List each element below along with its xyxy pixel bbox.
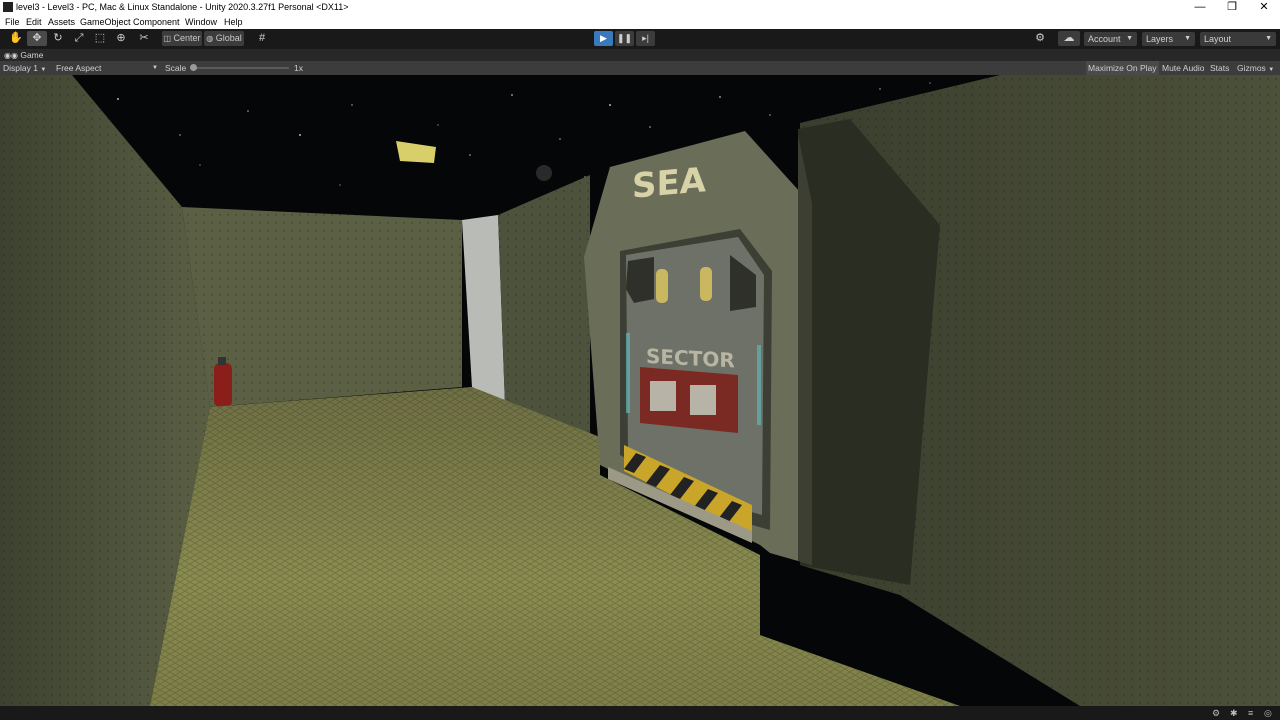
door-sign: SEA [632,160,707,206]
game-viewport[interactable]: SEA SECTOR [0,75,1280,706]
space-global-toggle[interactable]: ◍ Global [204,31,244,46]
chevron-down-icon: ▼ [1126,35,1133,42]
globe-icon: ◍ [206,34,214,43]
menu-file[interactable]: File [5,17,20,27]
tab-game-label: Game [20,50,44,60]
pivot-label: Center [173,33,201,43]
window-title-bar: level3 - Level3 - PC, Mac & Linux Standa… [0,0,1280,15]
pivot-icon: ◫ [163,34,172,43]
pause-icon[interactable]: ❚❚ [615,31,634,46]
move-tool-icon[interactable]: ✥ [27,31,47,46]
door-light-right [700,267,712,301]
hand-tool-icon[interactable]: ✋ [6,31,26,46]
layers-label: Layers [1146,34,1174,44]
custom-tool-icon[interactable]: ✂ [134,31,154,46]
fire-extinguisher [214,363,232,407]
grid-snap-icon[interactable]: # [252,31,272,46]
scale-slider-handle[interactable] [190,64,197,71]
menu-component[interactable]: Component [133,17,180,27]
account-dropdown[interactable]: Account ▼ [1084,32,1137,46]
door-light-left [656,269,668,303]
maximize-on-play-toggle[interactable]: Maximize On Play [1086,61,1159,75]
menu-help[interactable]: Help [224,17,243,27]
door-side-light-right [757,345,761,425]
gizmos-label: Gizmos [1237,63,1266,73]
menu-gameobject[interactable]: GameObject [80,17,131,27]
unity-logo-icon [3,2,13,12]
chevron-down-icon: ▼ [1184,35,1191,42]
notification-icon[interactable]: ≡ [1248,708,1253,718]
scale-tool-icon[interactable]: ⤢ [69,31,89,46]
layout-label: Layout [1204,34,1232,44]
rect-tool-icon[interactable]: ⬚ [90,31,110,46]
main-toolbar: ✋ ✥ ↻ ⤢ ⬚ ⊕ ✂ ◫ Center ◍ Global # ▶ ❚❚ ▸… [0,29,1280,48]
space-label: Global [215,33,242,43]
collab-icon[interactable]: ⚙ [1030,31,1050,46]
minimize-button[interactable]: — [1184,0,1216,15]
menu-window[interactable]: Window [185,17,217,27]
status-bar: ⚙ ✱ ≡ ◎ [0,706,1280,720]
play-icon[interactable]: ▶ [594,31,613,46]
menu-edit[interactable]: Edit [26,17,42,27]
account-label: Account [1088,34,1121,44]
gamepad-icon: ◉◉ [4,51,18,60]
step-icon[interactable]: ▸| [636,31,655,46]
pivot-center-toggle[interactable]: ◫ Center [162,31,202,46]
layers-dropdown[interactable]: Layers ▼ [1142,32,1195,46]
menu-bar: File Edit Assets GameObject Component Wi… [0,15,1280,29]
rotate-tool-icon[interactable]: ↻ [48,31,68,46]
maximize-button[interactable]: ❐ [1216,0,1248,15]
window-title: level3 - Level3 - PC, Mac & Linux Standa… [16,2,349,12]
scale-slider-track[interactable] [193,67,289,69]
scale-value: 1x [294,63,303,73]
chevron-down-icon: ▼ [1268,67,1275,73]
debug-icon[interactable]: ✱ [1230,708,1238,719]
game-view-controls: Display 1 ▼ Free Aspect ▼ Scale 1x Maxim… [0,61,1280,75]
chevron-down-icon: ▼ [152,65,158,71]
status-circle-icon[interactable]: ◎ [1264,708,1272,719]
aspect-dropdown[interactable]: Free Aspect ▼ [56,61,160,75]
cloud-icon[interactable]: ☁ [1058,31,1080,46]
display-label: Display 1 [3,63,38,73]
close-button[interactable]: ✕ [1248,0,1280,15]
aspect-label: Free Aspect [56,63,102,73]
scene-render: SEA SECTOR [0,75,1280,706]
progress-icon[interactable]: ⚙ [1212,708,1220,719]
door-label: SECTOR [646,344,735,373]
game-panel-header: ◉◉ Game [0,48,1280,62]
mute-audio-toggle[interactable]: Mute Audio [1162,61,1205,75]
transform-tool-icon[interactable]: ⊕ [111,31,131,46]
layout-dropdown[interactable]: Layout ▼ [1200,32,1276,46]
chevron-down-icon: ▼ [40,67,47,73]
stats-toggle[interactable]: Stats [1210,61,1229,75]
asteroid [536,165,552,181]
chevron-down-icon: ▼ [1265,35,1272,42]
scale-label: Scale [165,63,187,73]
door-side-light-left [626,333,630,413]
menu-assets[interactable]: Assets [48,17,75,27]
